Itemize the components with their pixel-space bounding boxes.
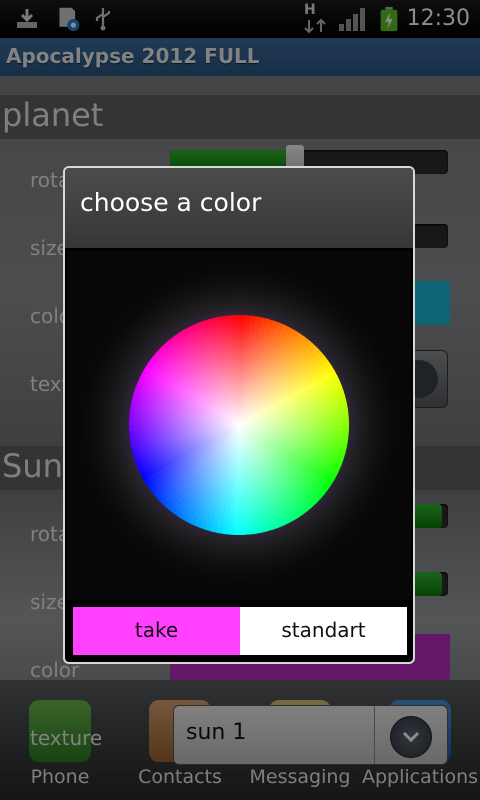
color-wheel[interactable] — [67, 250, 411, 600]
color-picker-area[interactable] — [67, 250, 411, 600]
dialog-header: choose a color — [65, 168, 413, 248]
standart-button[interactable]: standart — [240, 607, 407, 655]
dialog-button-bar: take standart — [73, 607, 407, 655]
take-button[interactable]: take — [73, 607, 240, 655]
color-chooser-dialog: choose a color take standart — [63, 166, 415, 664]
dialog-title: choose a color — [80, 188, 262, 217]
